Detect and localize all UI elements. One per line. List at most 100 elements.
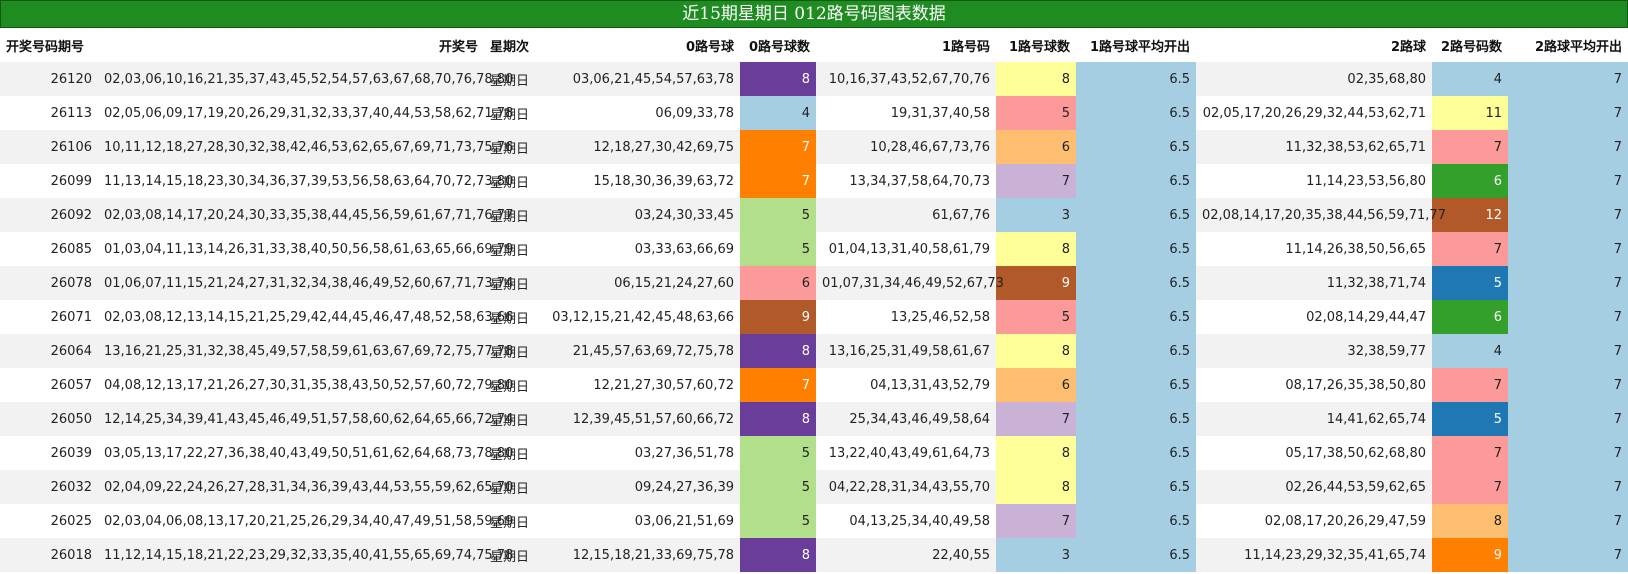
cell-route0-balls: 06,15,21,24,27,60 (540, 266, 740, 300)
cell-route0-count: 5 (740, 504, 816, 538)
col-header-route0-count[interactable]: 0路号球数 (740, 29, 816, 62)
cell-route0-balls: 12,18,27,30,42,69,75 (540, 130, 740, 164)
cell-route2-avg: 7 (1508, 198, 1628, 232)
cell-route0-count: 8 (740, 62, 816, 96)
col-header-weekday[interactable]: 星期次 (484, 29, 540, 62)
cell-route2-avg: 7 (1508, 504, 1628, 538)
table-row[interactable]: 26113 02,05,06,09,17,19,20,26,29,31,32,33… (0, 96, 1628, 130)
cell-route2-count: 7 (1432, 436, 1508, 470)
col-header-numbers[interactable]: 开奖号 (98, 29, 484, 62)
cell-route1-avg: 6.5 (1076, 232, 1196, 266)
cell-route1-balls: 04,13,31,43,52,79 (816, 368, 996, 402)
col-header-period[interactable]: 开奖号码期号 (0, 29, 98, 62)
cell-route0-balls: 03,06,21,51,69 (540, 504, 740, 538)
cell-route2-avg: 7 (1508, 300, 1628, 334)
cell-route1-avg: 6.5 (1076, 96, 1196, 130)
table-row[interactable]: 26057 04,08,12,13,17,21,26,27,30,31,35,38… (0, 368, 1628, 402)
cell-route1-count: 9 (996, 266, 1076, 300)
col-header-route1-count[interactable]: 1路号球数 (996, 29, 1076, 62)
cell-route0-count: 9 (740, 300, 816, 334)
cell-route2-count: 7 (1432, 232, 1508, 266)
cell-period: 26057 (0, 368, 98, 402)
page: 近15期星期日 012路号码图表数据 开奖号码期号 开奖号 星期次 0路号球 0… (0, 0, 1628, 574)
cell-route1-avg: 6.5 (1076, 436, 1196, 470)
cell-route1-count: 8 (996, 62, 1076, 96)
cell-numbers: 02,03,06,10,16,21,35,37,43,45,52,54,57,6… (98, 62, 513, 96)
cell-weekday: 星期日 (484, 96, 540, 130)
cell-route2-count: 7 (1432, 368, 1508, 402)
cell-route1-count: 7 (996, 164, 1076, 198)
col-header-route1-balls[interactable]: 1路号码 (816, 29, 996, 62)
cell-route0-count: 6 (740, 266, 816, 300)
cell-route0-count: 7 (740, 164, 816, 198)
table-row[interactable]: 26071 02,03,08,12,13,14,15,21,25,29,42,44… (0, 300, 1628, 334)
table-row[interactable]: 26099 11,13,14,15,18,23,30,34,36,37,39,53… (0, 164, 1628, 198)
cell-route1-count: 3 (996, 538, 1076, 572)
col-header-route0-balls[interactable]: 0路号球 (540, 29, 740, 62)
header-row: 开奖号码期号 开奖号 星期次 0路号球 0路号球数 1路号码 1路号球数 1路号… (0, 29, 1628, 62)
cell-route1-balls: 22,40,55 (816, 538, 996, 572)
cell-route2-balls: 05,17,38,50,62,68,80 (1196, 436, 1432, 470)
table-row[interactable]: 26050 12,14,25,34,39,41,43,45,46,49,51,57… (0, 402, 1628, 436)
cell-route0-count: 8 (740, 334, 816, 368)
cell-route2-balls: 32,38,59,77 (1196, 334, 1432, 368)
cell-numbers: 11,12,14,15,18,21,22,23,29,32,33,35,40,4… (98, 538, 513, 572)
cell-route0-balls: 03,06,21,45,54,57,63,78 (540, 62, 740, 96)
cell-route1-balls: 13,16,25,31,49,58,61,67 (816, 334, 996, 368)
cell-route1-count: 8 (996, 470, 1076, 504)
cell-route2-avg: 7 (1508, 368, 1628, 402)
table-row[interactable]: 26039 03,05,13,17,22,27,36,38,40,43,49,50… (0, 436, 1628, 470)
cell-route0-count: 7 (740, 130, 816, 164)
cell-weekday: 星期日 (484, 62, 540, 96)
table-row[interactable]: 26064 13,16,21,25,31,32,38,45,49,57,58,59… (0, 334, 1628, 368)
cell-route1-avg: 6.5 (1076, 300, 1196, 334)
cell-route2-avg: 7 (1508, 62, 1628, 96)
cell-numbers: 01,03,04,11,13,14,26,31,33,38,40,50,56,5… (98, 232, 513, 266)
cell-route2-balls: 08,17,26,35,38,50,80 (1196, 368, 1432, 402)
cell-route0-balls: 03,24,30,33,45 (540, 198, 740, 232)
cell-route0-count: 5 (740, 436, 816, 470)
cell-numbers: 02,03,08,12,13,14,15,21,25,29,42,44,45,4… (98, 300, 513, 334)
cell-route2-avg: 7 (1508, 164, 1628, 198)
table-row[interactable]: 26085 01,03,04,11,13,14,26,31,33,38,40,50… (0, 232, 1628, 266)
cell-route0-balls: 03,33,63,66,69 (540, 232, 740, 266)
cell-route1-balls: 01,04,13,31,40,58,61,79 (816, 232, 996, 266)
cell-route1-count: 3 (996, 198, 1076, 232)
cell-route0-count: 7 (740, 368, 816, 402)
cell-route2-balls: 02,26,44,53,59,62,65 (1196, 470, 1432, 504)
cell-numbers: 13,16,21,25,31,32,38,45,49,57,58,59,61,6… (98, 334, 513, 368)
cell-route0-balls: 03,12,15,21,42,45,48,63,66 (540, 300, 740, 334)
cell-route2-count: 11 (1432, 96, 1508, 130)
cell-route0-balls: 12,21,27,30,57,60,72 (540, 368, 740, 402)
cell-period: 26099 (0, 164, 98, 198)
col-header-route1-avg[interactable]: 1路号球平均开出 (1076, 29, 1196, 62)
cell-route1-count: 8 (996, 436, 1076, 470)
table-row[interactable]: 26018 11,12,14,15,18,21,22,23,29,32,33,35… (0, 538, 1628, 572)
cell-route1-avg: 6.5 (1076, 266, 1196, 300)
cell-period: 26071 (0, 300, 98, 334)
cell-numbers: 02,03,04,06,08,13,17,20,21,25,26,29,34,4… (98, 504, 513, 538)
cell-route0-count: 5 (740, 198, 816, 232)
cell-weekday: 星期日 (484, 232, 540, 266)
table-row[interactable]: 26025 02,03,04,06,08,13,17,20,21,25,26,29… (0, 504, 1628, 538)
col-header-route2-count[interactable]: 2路号码数 (1432, 29, 1508, 62)
cell-route2-avg: 7 (1508, 470, 1628, 504)
cell-route1-balls: 04,22,28,31,34,43,55,70 (816, 470, 996, 504)
col-header-route2-avg[interactable]: 2路球平均开出 (1508, 29, 1628, 62)
cell-weekday: 星期日 (484, 334, 540, 368)
table-row[interactable]: 26078 01,06,07,11,15,21,24,27,31,32,34,38… (0, 266, 1628, 300)
cell-route1-balls: 13,34,37,58,64,70,73 (816, 164, 996, 198)
cell-route0-balls: 06,09,33,78 (540, 96, 740, 130)
cell-route1-count: 8 (996, 334, 1076, 368)
table-row[interactable]: 26120 02,03,06,10,16,21,35,37,43,45,52,54… (0, 62, 1628, 96)
table-row[interactable]: 26092 02,03,08,14,17,20,24,30,33,35,38,44… (0, 198, 1628, 232)
cell-route1-avg: 6.5 (1076, 504, 1196, 538)
table-row[interactable]: 26106 10,11,12,18,27,28,30,32,38,42,46,53… (0, 130, 1628, 164)
table-row[interactable]: 26032 02,04,09,22,24,26,27,28,31,34,36,39… (0, 470, 1628, 504)
cell-route2-balls: 14,41,62,65,74 (1196, 402, 1432, 436)
cell-route0-count: 8 (740, 538, 816, 572)
col-header-route2-balls[interactable]: 2路球 (1196, 29, 1432, 62)
results-table: 开奖号码期号 开奖号 星期次 0路号球 0路号球数 1路号码 1路号球数 1路号… (0, 29, 1628, 572)
cell-route2-count: 5 (1432, 402, 1508, 436)
cell-route2-count: 4 (1432, 334, 1508, 368)
